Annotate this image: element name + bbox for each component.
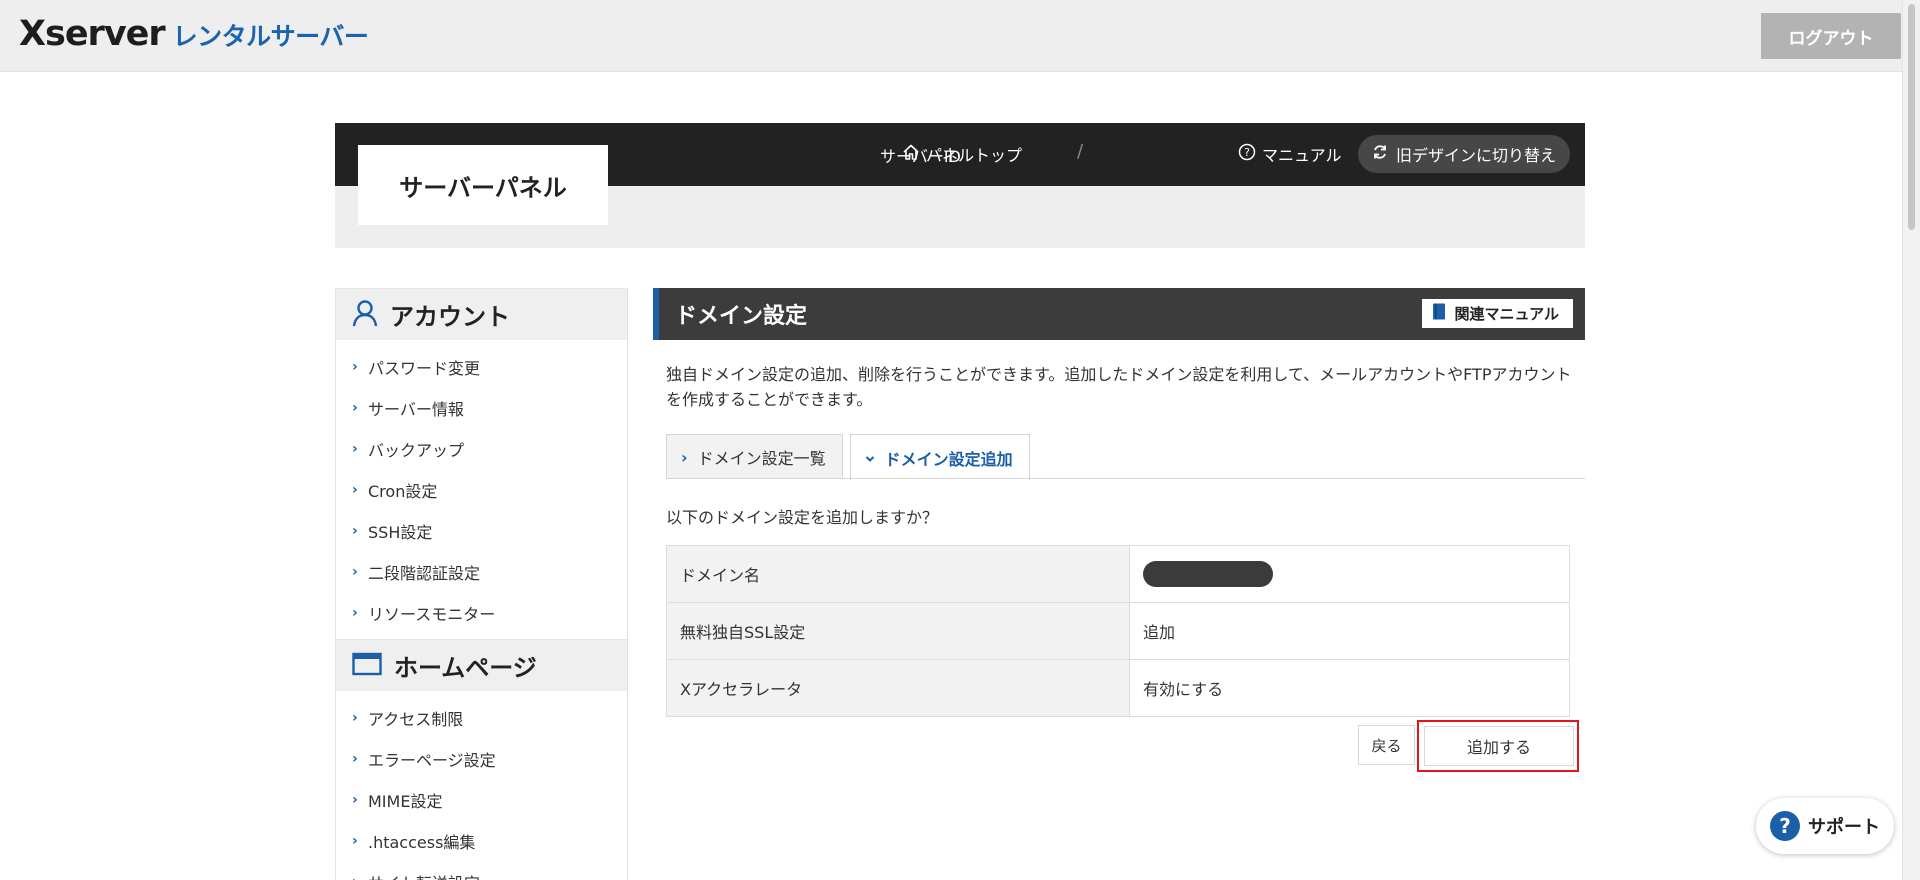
sidebar-item-label: バックアップ xyxy=(368,440,465,460)
logo-sub-text: レンタルサーバー xyxy=(172,22,369,51)
sidebar-item-label: サイト転送設定 xyxy=(368,870,480,880)
panel-title-box: サーバーパネル xyxy=(358,145,608,225)
sidebar-item-label: サーバー情報 xyxy=(368,399,464,419)
home-icon xyxy=(902,143,920,165)
sidebar-item-backup[interactable]: › バックアップ xyxy=(336,428,627,469)
chevron-right-icon: › xyxy=(352,399,358,416)
tab-divider xyxy=(666,478,1585,479)
logo-main-text: Xserver xyxy=(19,14,166,54)
sidebar-heading-label: アカウント xyxy=(390,303,510,331)
chevron-right-icon: › xyxy=(352,481,358,498)
homepage-menu: › アクセス制限 › エラーページ設定 › MIME設定 › .htaccess編集 ›… xyxy=(336,691,627,880)
tab-domain-list[interactable]: › ドメイン設定一覧 xyxy=(666,434,843,479)
scrollbar-thumb[interactable] xyxy=(1908,4,1915,230)
sidebar-item-label: パスワード変更 xyxy=(368,358,481,378)
server-panel-header: サーバーID / パネルトップ ? マニュアル 旧デザインに切り替え サーバーパ… xyxy=(335,123,1585,248)
row-value-domain xyxy=(1129,545,1570,603)
chevron-right-icon: › xyxy=(352,750,358,767)
sidebar-item-ssh[interactable]: › SSH設定 xyxy=(336,510,627,551)
logout-button[interactable]: ログアウト xyxy=(1761,13,1901,59)
sidebar-item-server-info[interactable]: › サーバー情報 xyxy=(336,387,627,428)
row-label: Xアクセラレータ xyxy=(666,659,1130,717)
sidebar-item-two-factor[interactable]: › 二段階認証設定 xyxy=(336,551,627,592)
redacted-domain xyxy=(1143,561,1273,587)
sidebar-item-password[interactable]: › パスワード変更 xyxy=(336,346,627,387)
sidebar-item-label: MIME設定 xyxy=(368,791,443,811)
refresh-icon xyxy=(1372,144,1388,164)
sidebar-item-site-redirect[interactable]: ›サイト転送設定 xyxy=(336,861,627,880)
row-value: 追加 xyxy=(1129,602,1570,660)
back-button[interactable]: 戻る xyxy=(1358,725,1415,765)
old-design-label: 旧デザインに切り替え xyxy=(1395,146,1556,165)
chevron-right-icon: › xyxy=(681,447,688,467)
sidebar-item-label: SSH設定 xyxy=(368,522,433,542)
svg-text:?: ? xyxy=(1244,146,1250,159)
help-circle-icon: ? xyxy=(1238,143,1256,165)
chevron-right-icon: › xyxy=(352,709,358,726)
table-row: 無料独自SSL設定 追加 xyxy=(666,602,1570,660)
confirm-table: ドメイン名 無料独自SSL設定 追加 Xアクセラレータ 有効にする xyxy=(666,545,1570,717)
chevron-down-icon xyxy=(865,448,875,467)
support-label: サポート xyxy=(1808,817,1880,838)
row-label: ドメイン名 xyxy=(666,545,1130,603)
sidebar: アカウント › パスワード変更 › サーバー情報 › バックアップ › Cron設定 ›… xyxy=(335,288,628,880)
panel-top-label: パネルトップ xyxy=(926,146,1023,165)
row-label: 無料独自SSL設定 xyxy=(666,602,1130,660)
tab-domain-add[interactable]: ドメイン設定追加 xyxy=(849,434,1030,480)
confirm-message: 以下のドメイン設定を追加しますか？ xyxy=(666,508,939,527)
chevron-right-icon: › xyxy=(352,358,358,375)
book-icon xyxy=(1432,303,1446,324)
sidebar-item-htaccess[interactable]: › .htaccess編集 xyxy=(336,820,627,861)
chevron-right-icon: › xyxy=(352,563,358,580)
panel-top-link[interactable]: パネルトップ xyxy=(902,142,1022,166)
add-button[interactable]: 追加する xyxy=(1424,726,1574,766)
main-content: ドメイン設定 関連マニュアル 独自ドメイン設定の追加、削除を行うことができます。… xyxy=(653,288,1585,880)
sidebar-item-label: エラーページ設定 xyxy=(368,750,496,770)
sidebar-item-access-restriction[interactable]: › アクセス制限 xyxy=(336,697,627,738)
manual-link[interactable]: ? マニュアル xyxy=(1238,142,1342,166)
section-description: 独自ドメイン設定の追加、削除を行うことができます。追加したドメイン設定を利用して… xyxy=(666,365,1572,409)
user-icon xyxy=(352,299,378,331)
chevron-right-icon: › xyxy=(352,522,358,539)
page-title: サーバーパネル xyxy=(399,173,567,202)
sidebar-item-label: アクセス制限 xyxy=(368,709,464,729)
sidebar-item-resource-monitor[interactable]: › リソースモニター xyxy=(336,592,627,633)
chevron-right-icon: › xyxy=(352,791,358,808)
sidebar-heading-homepage: ホームページ xyxy=(336,639,627,691)
page-scrollbar[interactable] xyxy=(1902,0,1920,880)
row-value: 有効にする xyxy=(1129,659,1570,717)
sidebar-heading-label: ホームページ xyxy=(394,654,537,682)
sidebar-item-label: .htaccess編集 xyxy=(368,832,476,852)
browser-window-icon xyxy=(352,652,382,680)
help-icon: ? xyxy=(1770,811,1800,841)
top-header: Xserver レンタルサーバー ログアウト xyxy=(0,0,1902,72)
old-design-switch-button[interactable]: 旧デザインに切り替え xyxy=(1358,135,1570,173)
section-title: ドメイン設定 xyxy=(675,304,808,329)
section-header: ドメイン設定 関連マニュアル xyxy=(653,288,1585,340)
chevron-right-icon: › xyxy=(352,874,368,880)
tab-label: ドメイン設定追加 xyxy=(884,449,1013,469)
nav-separator: / xyxy=(1077,141,1084,162)
xserver-logo[interactable]: Xserver レンタルサーバー xyxy=(19,14,369,58)
table-row: Xアクセラレータ 有効にする xyxy=(666,659,1570,717)
add-button-highlight: 追加する xyxy=(1417,720,1579,772)
tab-label: ドメイン設定一覧 xyxy=(697,449,826,468)
domain-tabs: › ドメイン設定一覧 ドメイン設定追加 xyxy=(666,434,1030,480)
chevron-right-icon: › xyxy=(352,604,358,621)
sidebar-item-error-page[interactable]: › エラーページ設定 xyxy=(336,738,627,779)
table-row: ドメイン名 xyxy=(666,545,1570,603)
sidebar-item-cron[interactable]: › Cron設定 xyxy=(336,469,627,510)
sidebar-item-label: リソースモニター xyxy=(368,604,496,624)
account-menu: › パスワード変更 › サーバー情報 › バックアップ › Cron設定 › SSH設定 … xyxy=(336,340,627,639)
sidebar-item-label: 二段階認証設定 xyxy=(368,563,481,583)
chevron-right-icon: › xyxy=(352,832,358,849)
support-button[interactable]: ? サポート xyxy=(1756,798,1894,854)
sidebar-heading-account: アカウント xyxy=(336,288,627,340)
sidebar-item-label: Cron設定 xyxy=(368,481,438,501)
related-manual-label: 関連マニュアル xyxy=(1454,305,1559,323)
chevron-right-icon: › xyxy=(352,440,358,457)
related-manual-button[interactable]: 関連マニュアル xyxy=(1422,299,1573,328)
sidebar-item-mime[interactable]: › MIME設定 xyxy=(336,779,627,820)
manual-label: マニュアル xyxy=(1262,146,1342,165)
